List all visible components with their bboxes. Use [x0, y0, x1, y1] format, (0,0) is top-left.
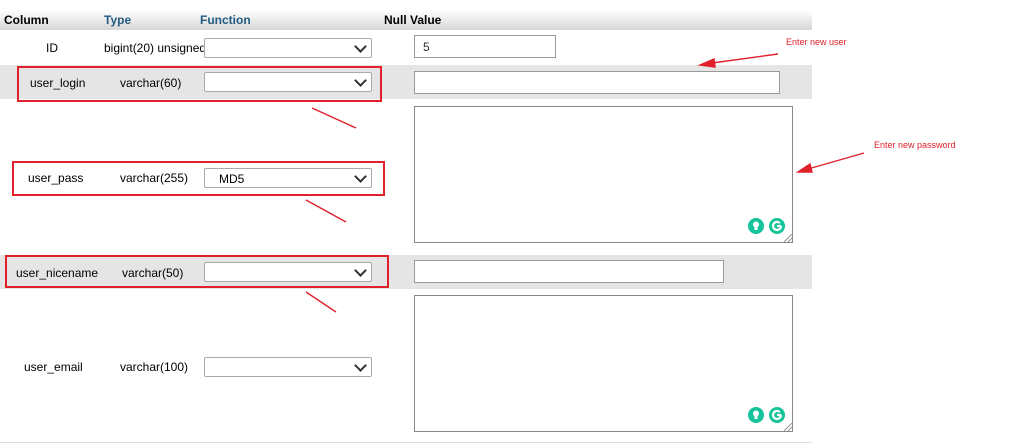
highlight-box-user-pass [12, 161, 385, 196]
annotation-new-user: Enter new user [786, 37, 847, 47]
annotation-new-password: Enter new password [874, 140, 956, 150]
column-type: bigint(20) unsigned [104, 41, 207, 55]
table-bottom-border [0, 442, 812, 443]
function-select[interactable] [204, 38, 372, 58]
column-name: user_email [24, 360, 83, 374]
value-input[interactable]: 5 [414, 35, 556, 58]
value-textarea[interactable] [414, 295, 793, 432]
header-value: Value [410, 13, 442, 27]
table-header: Column Type Function Null Value [0, 10, 812, 30]
header-function[interactable]: Function [200, 13, 251, 27]
table-row: ID bigint(20) unsigned 5 [0, 32, 812, 65]
highlight-box-user-nicename [5, 255, 389, 288]
table-row: user_email varchar(100) [0, 289, 812, 442]
highlight-box-user-login [17, 66, 382, 102]
header-column: Column [4, 13, 49, 27]
header-type[interactable]: Type [104, 13, 131, 27]
arrow-line [807, 152, 865, 170]
value-input[interactable] [414, 71, 780, 94]
header-null: Null [384, 13, 407, 27]
column-type: varchar(100) [120, 360, 189, 374]
chevron-down-icon [354, 40, 367, 53]
value-textarea[interactable] [414, 106, 793, 243]
column-name: ID [46, 41, 58, 55]
function-select[interactable] [204, 357, 372, 377]
value-input[interactable] [414, 260, 724, 283]
chevron-down-icon [354, 359, 367, 372]
